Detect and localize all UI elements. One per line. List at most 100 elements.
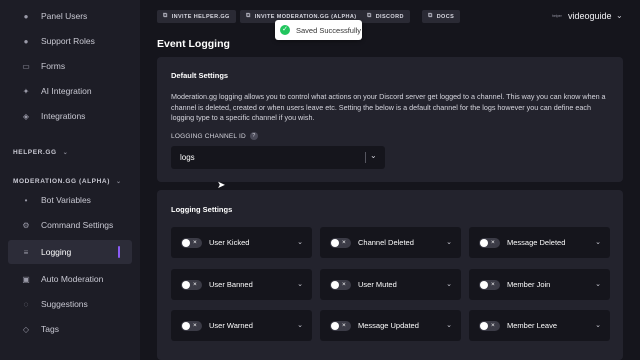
- help-icon[interactable]: ?: [249, 132, 258, 140]
- sidebar-scrollbar[interactable]: [140, 0, 145, 360]
- toggle-knob: [182, 238, 190, 247]
- field-label: LOGGING CHANNEL ID ?: [171, 132, 258, 140]
- logging-channel-select[interactable]: logs ⌄: [171, 146, 385, 169]
- sidebar-item-suggestions[interactable]: ◌ Suggestions: [8, 292, 132, 316]
- chevron-down-icon[interactable]: ⌄: [297, 321, 303, 329]
- card-title: Logging Settings: [171, 205, 233, 214]
- chevron-down-icon[interactable]: ⌄: [446, 280, 452, 288]
- log-event-user-kicked[interactable]: × User Kicked ⌄: [171, 227, 312, 258]
- log-event-user-banned[interactable]: × User Banned ⌄: [171, 269, 312, 300]
- close-icon: ×: [342, 321, 346, 329]
- mouse-cursor-icon: ➤: [217, 180, 226, 191]
- chevron-down-icon[interactable]: ⌄: [297, 238, 303, 246]
- chevron-down-icon[interactable]: ⌄: [595, 321, 601, 329]
- page-title: Event Logging: [157, 38, 230, 50]
- toggle-switch[interactable]: ×: [181, 320, 202, 331]
- toggle-knob: [480, 238, 488, 247]
- users-icon: ●: [23, 11, 29, 21]
- log-event-message-deleted[interactable]: × Message Deleted ⌄: [469, 227, 610, 258]
- event-label: User Muted: [358, 280, 397, 289]
- chevron-down-icon[interactable]: ⌄: [446, 238, 452, 246]
- sidebar-item-label: Command Settings: [41, 220, 114, 230]
- toggle-knob: [331, 238, 339, 247]
- gear-icon: ⚙: [22, 220, 30, 230]
- chevron-down-icon[interactable]: ⌄: [297, 280, 303, 288]
- default-settings-card: Default Settings Moderation.gg logging a…: [157, 57, 623, 182]
- chevron-down-icon: ⌄: [370, 151, 377, 160]
- docs-button[interactable]: ⧉ DOCS: [422, 10, 461, 23]
- sidebar-item-logging[interactable]: ≡ Logging: [8, 240, 132, 264]
- log-event-user-warned[interactable]: × User Warned ⌄: [171, 310, 312, 341]
- plug-icon: ◈: [22, 111, 30, 121]
- server-selector[interactable]: videoguide: [568, 11, 612, 21]
- event-label: Member Leave: [507, 321, 558, 330]
- card-title: Default Settings: [171, 71, 229, 80]
- chevron-down-icon[interactable]: ⌄: [616, 11, 623, 20]
- toggle-switch[interactable]: ×: [479, 237, 500, 248]
- chevron-down-icon: ⌄: [62, 150, 69, 156]
- shield-icon: ●: [23, 36, 29, 46]
- close-icon: ×: [342, 280, 346, 288]
- sidebar-item-auto-moderation[interactable]: ▣ Auto Moderation: [8, 267, 132, 291]
- chevron-down-icon[interactable]: ⌄: [595, 238, 601, 246]
- sidebar-item-integrations[interactable]: ◈ Integrations: [8, 104, 132, 128]
- toggle-knob: [331, 321, 339, 330]
- log-event-member-join[interactable]: × Member Join ⌄: [469, 269, 610, 300]
- sidebar-item-panel-users[interactable]: ● Panel Users: [8, 4, 132, 28]
- close-icon: ×: [193, 321, 197, 329]
- sidebar: ● Panel Users ● Support Roles ▭ Forms ✦ AI I…: [0, 0, 140, 360]
- log-event-channel-deleted[interactable]: × Channel Deleted ⌄: [320, 227, 461, 258]
- sidebar-item-label: Support Roles: [41, 36, 95, 46]
- tag-icon: ◇: [22, 324, 30, 334]
- sidebar-item-label: Suggestions: [41, 299, 88, 309]
- brand-prefix: helper: [552, 14, 562, 18]
- close-icon: ×: [491, 280, 495, 288]
- toggle-switch[interactable]: ×: [479, 279, 500, 290]
- section-moderation[interactable]: MODERATION.GG (ALPHA) ⌄: [13, 178, 122, 185]
- close-icon: ×: [491, 238, 495, 246]
- close-icon: ×: [193, 280, 197, 288]
- invite-helper-button[interactable]: ⧉ INVITE HELPER.GG: [157, 10, 236, 23]
- sidebar-item-label: Integrations: [41, 111, 86, 121]
- log-event-member-leave[interactable]: × Member Leave ⌄: [469, 310, 610, 341]
- chevron-down-icon[interactable]: ⌄: [446, 321, 452, 329]
- bulb-icon: ◌: [23, 299, 29, 309]
- toggle-switch[interactable]: ×: [330, 237, 351, 248]
- toggle-knob: [480, 280, 488, 289]
- log-event-message-updated[interactable]: × Message Updated ⌄: [320, 310, 461, 341]
- event-label: User Banned: [209, 280, 253, 289]
- toggle-switch[interactable]: ×: [330, 279, 351, 290]
- sidebar-item-label: AI Integration: [41, 86, 92, 96]
- sidebar-item-command-settings[interactable]: ⚙ Command Settings: [8, 213, 132, 237]
- toggle-switch[interactable]: ×: [479, 320, 500, 331]
- link-icon: ⧉: [367, 13, 372, 19]
- description: Moderation.gg logging allows you to cont…: [171, 92, 606, 122]
- close-icon: ×: [342, 238, 346, 246]
- success-toast: ✓ Saved Successfully: [275, 20, 362, 40]
- discord-button[interactable]: ⧉ DISCORD: [361, 10, 410, 23]
- section-helper[interactable]: HELPER.GG ⌄: [13, 149, 68, 156]
- form-icon: ▭: [22, 61, 30, 71]
- sidebar-item-label: Panel Users: [41, 11, 88, 21]
- sidebar-item-label: Logging: [41, 247, 72, 257]
- sidebar-item-forms[interactable]: ▭ Forms: [8, 54, 132, 78]
- toggle-switch[interactable]: ×: [181, 237, 202, 248]
- chevron-down-icon[interactable]: ⌄: [595, 280, 601, 288]
- toggle-switch[interactable]: ×: [181, 279, 202, 290]
- toggle-switch[interactable]: ×: [330, 320, 351, 331]
- close-icon: ×: [491, 321, 495, 329]
- link-icon: ⧉: [428, 13, 433, 19]
- event-label: Member Join: [507, 280, 551, 289]
- log-event-user-muted[interactable]: × User Muted ⌄: [320, 269, 461, 300]
- select-value: logs: [180, 153, 195, 162]
- event-label: Message Updated: [358, 321, 419, 330]
- event-label: User Warned: [209, 321, 253, 330]
- robot-icon: ▣: [22, 274, 30, 284]
- sidebar-item-ai-integration[interactable]: ✦ AI Integration: [8, 79, 132, 103]
- sidebar-item-support-roles[interactable]: ● Support Roles: [8, 29, 132, 53]
- toggle-knob: [182, 321, 190, 330]
- sidebar-item-tags[interactable]: ◇ Tags: [8, 317, 132, 341]
- event-label: User Kicked: [209, 238, 250, 247]
- sidebar-item-bot-variables[interactable]: • Bot Variables: [8, 188, 132, 212]
- link-icon: ⧉: [163, 13, 168, 19]
